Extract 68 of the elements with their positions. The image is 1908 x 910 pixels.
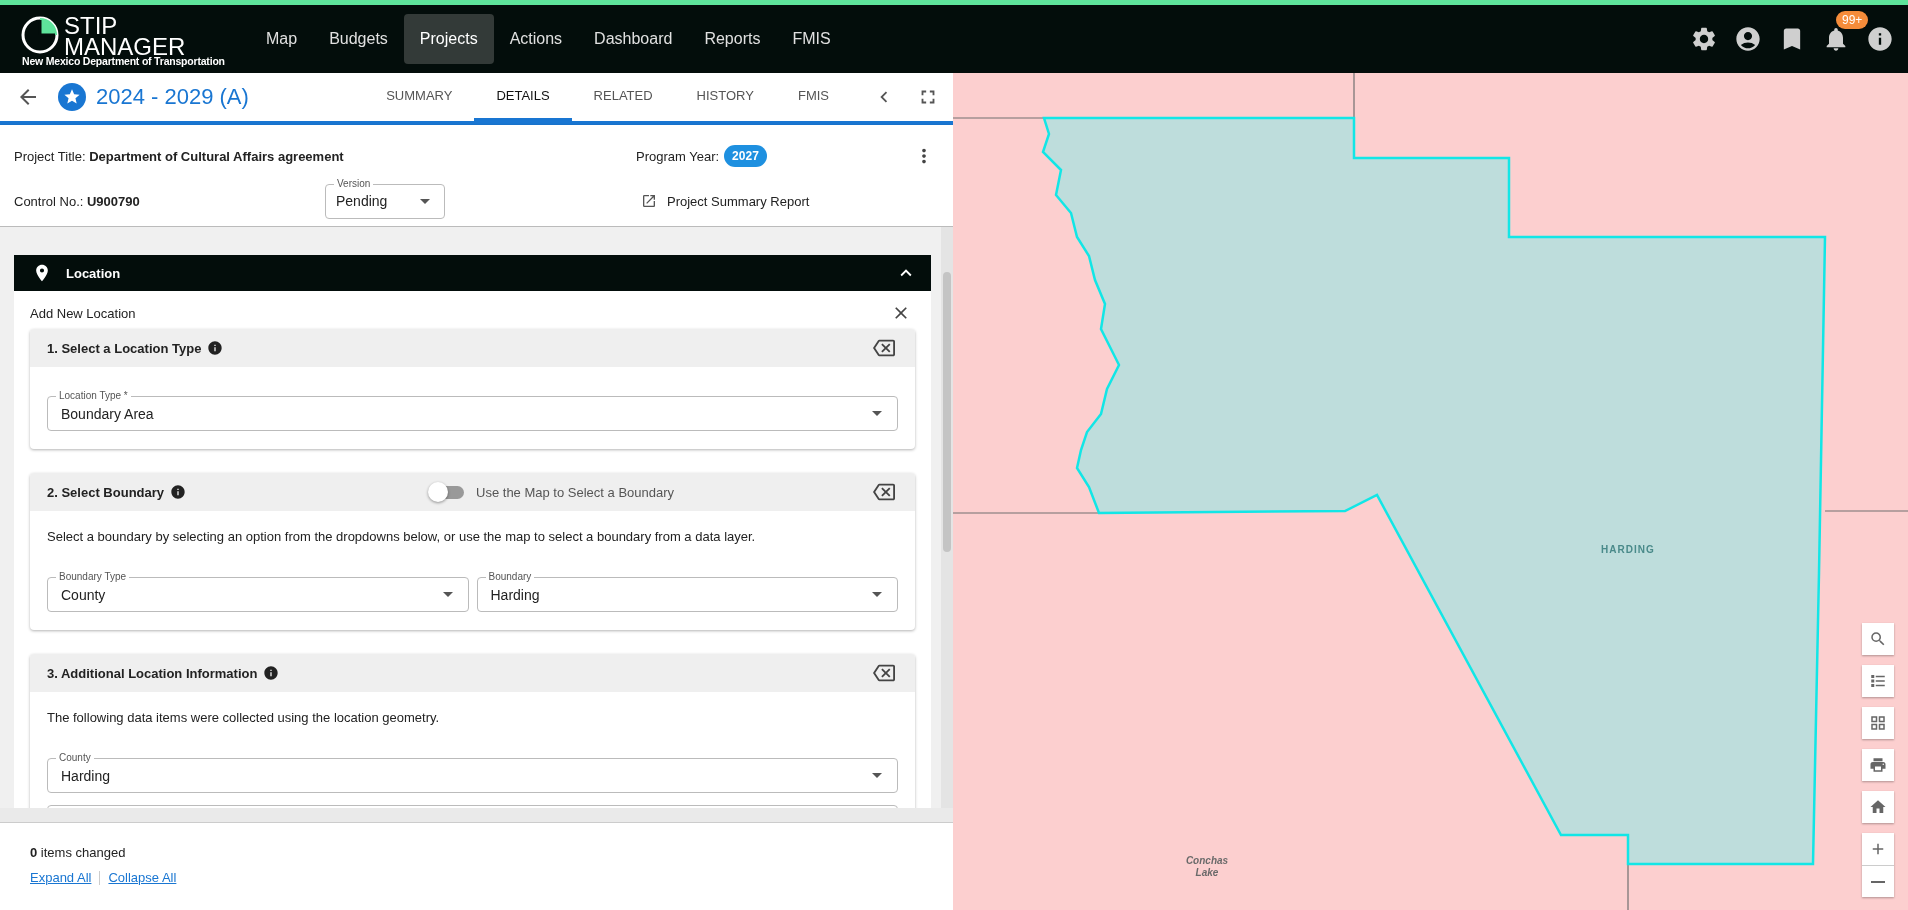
- boundary-line: [1353, 73, 1355, 119]
- caret-icon: [872, 773, 882, 778]
- open-external-icon: [641, 193, 657, 209]
- caret-icon: [442, 592, 453, 597]
- nav-item[interactable]: Budgets: [313, 14, 404, 64]
- step-title: 2. Select Boundary: [47, 484, 165, 500]
- caret-icon: [872, 411, 882, 416]
- list-button[interactable]: [1862, 665, 1894, 697]
- step-title: 1. Select a Location Type: [47, 340, 202, 356]
- info-icon[interactable]: [170, 484, 187, 500]
- toggle-label: Use the Map to Select a Boundary: [476, 484, 675, 500]
- app-title: MANAGER: [64, 36, 186, 57]
- project-title: 2024 - 2029 (A): [96, 84, 249, 110]
- report-link[interactable]: Project Summary Report: [641, 193, 810, 209]
- notification-badge: 99+: [1836, 11, 1869, 29]
- section-title: Location: [66, 265, 121, 281]
- home-icon: [1869, 798, 1887, 816]
- settings-icon[interactable]: [1690, 25, 1718, 53]
- description: The following data items were collected using the location geometry.: [47, 710, 441, 725]
- minus-icon: [1871, 880, 1885, 883]
- link[interactable]: Collapse All: [108, 870, 177, 885]
- info-icon[interactable]: [263, 665, 280, 681]
- changes-count: 0 items changed: [30, 845, 127, 860]
- tab[interactable]: RELATED: [571, 73, 675, 121]
- search-icon: [1869, 630, 1887, 648]
- clear-icon[interactable]: [873, 481, 895, 503]
- nav-item[interactable]: Map: [250, 14, 314, 64]
- boundary-line: [1627, 863, 1629, 910]
- home-button[interactable]: [1862, 791, 1894, 823]
- grid-button[interactable]: [1862, 707, 1894, 739]
- caret-icon: [420, 198, 430, 204]
- organization-name: New Mexico Department of Transportation: [22, 55, 225, 67]
- caret-icon: [872, 592, 882, 597]
- project-title-text: Project Title: Department of Cultural Affairs agreement: [14, 148, 345, 164]
- info-icon[interactable]: [1866, 25, 1894, 53]
- program-year-label: Program Year:: [636, 148, 720, 164]
- nav-item[interactable]: Reports: [688, 14, 777, 64]
- tab[interactable]: DETAILS: [474, 73, 572, 121]
- grid-icon: [1869, 714, 1887, 732]
- search-button[interactable]: [1862, 623, 1894, 655]
- link[interactable]: Expand All: [30, 870, 92, 885]
- map-label: HARDING: [1601, 544, 1655, 555]
- logo-icon: [20, 15, 60, 55]
- zoom-out-button[interactable]: [1862, 865, 1894, 897]
- zoom-in-button[interactable]: [1862, 833, 1894, 865]
- subtitle: Add New Location: [30, 305, 136, 321]
- clear-icon[interactable]: [873, 662, 895, 684]
- control-number-text: Control No.: U900790: [14, 193, 141, 209]
- tab[interactable]: SUMMARY: [364, 73, 475, 121]
- section-header[interactable]: Location: [14, 255, 931, 291]
- tab[interactable]: FMIS: [775, 73, 851, 121]
- print-icon: [1869, 756, 1887, 774]
- nav-item[interactable]: Dashboard: [578, 14, 689, 64]
- account-icon[interactable]: [1734, 25, 1762, 53]
- info-icon[interactable]: [207, 340, 224, 356]
- print-button[interactable]: [1862, 749, 1894, 781]
- clear-icon[interactable]: [873, 337, 895, 359]
- program-year-chip: 2027: [724, 145, 767, 167]
- step-title: 3. Additional Location Information: [47, 665, 258, 681]
- list-icon: [1869, 672, 1887, 690]
- nav-item[interactable]: Projects: [403, 14, 494, 64]
- map-label: Conchas Lake: [1184, 855, 1230, 879]
- nav-item[interactable]: Actions: [493, 14, 579, 64]
- scrollbar[interactable]: [941, 227, 953, 808]
- description: Select a boundary by selecting an option from the dropdowns below, or use the map to select a boundary from a data layer.: [47, 529, 757, 544]
- tab[interactable]: HISTORY: [674, 73, 776, 121]
- nav-item[interactable]: FMIS: [776, 14, 847, 64]
- app-title: STIP: [64, 15, 118, 36]
